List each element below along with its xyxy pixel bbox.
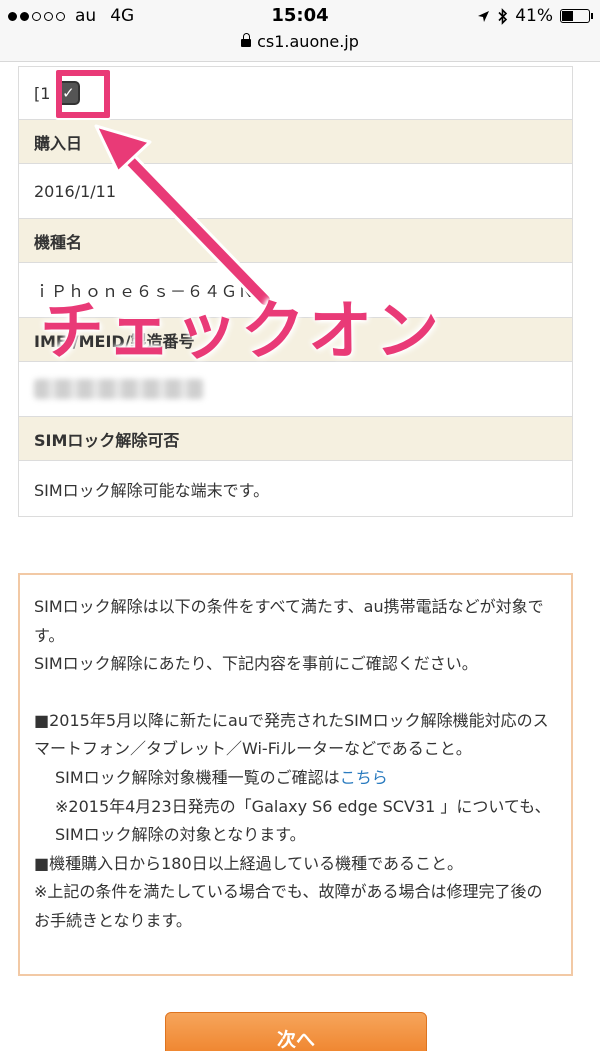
lock-icon: [241, 33, 252, 47]
simlock-label: SIMロック解除可否: [34, 430, 180, 450]
conditions-notice: SIMロック解除は以下の条件をすべて満たす、au携帯電話などが対象です。 SIM…: [18, 573, 573, 976]
device-index-label: [1: [34, 83, 51, 103]
bluetooth-icon: [498, 7, 508, 25]
model-header: 機種名: [19, 219, 572, 263]
status-bar: au 4G 15:04 41% cs1.auone.jp: [0, 0, 600, 62]
battery-fill: [562, 11, 573, 21]
purchase-date-header: 購入日: [19, 120, 572, 164]
status-right: 41%: [477, 6, 593, 26]
next-button[interactable]: 次へ: [165, 1012, 427, 1051]
purchase-date-label: 購入日: [34, 133, 83, 153]
purchase-date-row: 2016/1/11: [19, 164, 572, 219]
battery-icon: [560, 9, 593, 23]
repair-note: ※上記の条件を満たしている場合でも、故障がある場合は修理完了後のお手続きとなりま…: [34, 882, 543, 930]
notice-intro: SIMロック解除は以下の条件をすべて満たす、au携帯電話などが対象です。: [34, 597, 544, 645]
imei-row: [19, 362, 572, 417]
model-list-line: SIMロック解除対象機種一覧のご確認はこちら: [34, 764, 557, 793]
model-label: 機種名: [34, 232, 83, 252]
url-text: cs1.auone.jp: [257, 32, 359, 51]
annotation-label: チェックオン: [40, 295, 442, 369]
imei-value-redacted: [34, 379, 204, 399]
notice-confirm: SIMロック解除にあたり、下記内容を事前にご確認ください。: [34, 654, 478, 674]
condition-release-date: ■2015年5月以降に新たにauで発売されたSIMロック解除機能対応のスマートフ…: [34, 710, 549, 759]
condition-180-days: ■機種購入日から180日以上経過している機種であること。: [34, 853, 464, 873]
simlock-value: SIMロック解除可能な端末です。: [34, 480, 270, 500]
checkbox-highlight-frame: [56, 70, 110, 118]
model-list-link[interactable]: こちら: [340, 768, 388, 787]
galaxy-note: ※2015年4月23日発売の「Galaxy S6 edge SCV31 」につい…: [34, 793, 557, 850]
model-list-text: SIMロック解除対象機種一覧のご確認は: [55, 767, 340, 787]
next-button-label: 次へ: [276, 1028, 315, 1051]
simlock-header: SIMロック解除可否: [19, 417, 572, 461]
purchase-date-value: 2016/1/11: [34, 181, 117, 201]
battery-percent: 41%: [515, 6, 553, 26]
address-bar[interactable]: cs1.auone.jp: [0, 32, 600, 51]
simlock-row: SIMロック解除可能な端末です。: [19, 461, 572, 516]
location-arrow-icon: [478, 10, 490, 22]
galaxy-note-text: ※2015年4月23日発売の「Galaxy S6 edge SCV31 」につい…: [55, 796, 551, 845]
